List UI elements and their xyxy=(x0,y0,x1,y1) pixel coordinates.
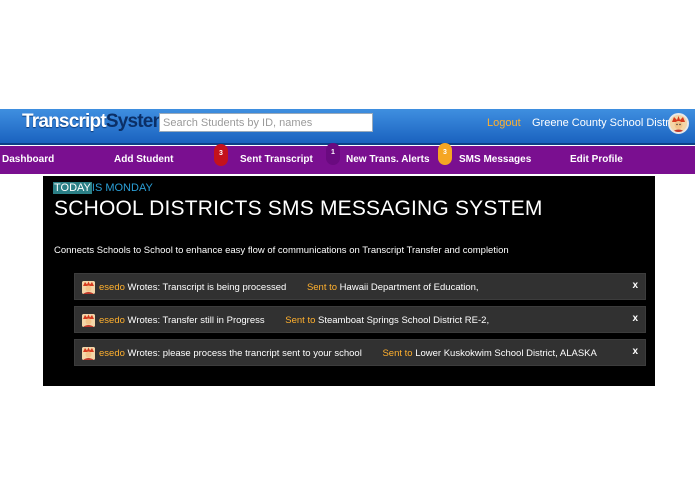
new-alerts-badge: 1 xyxy=(326,143,340,165)
message-item: esedo Wrotes: Transcript is being proces… xyxy=(74,273,646,300)
user-avatar-icon[interactable] xyxy=(668,113,689,134)
message-body: Wrotes: Transcript is being processed xyxy=(124,282,287,293)
top-header: TranscriptSystem Logout Greene County Sc… xyxy=(0,109,695,145)
sent-to-label: Sent to xyxy=(285,315,316,326)
close-icon[interactable]: x xyxy=(632,313,638,324)
sms-messages-badge: 3 xyxy=(438,143,452,165)
message-body: Wrotes: Transfer still in Progress xyxy=(124,315,265,326)
sent-to-label: Sent to xyxy=(382,348,413,359)
message-item: esedo Wrotes: please process the trancri… xyxy=(74,339,646,366)
day-text: IS MONDAY xyxy=(91,182,153,194)
district-name: Greene County School District xyxy=(532,117,680,129)
app-logo[interactable]: TranscriptSystem xyxy=(22,111,169,133)
avatar-icon xyxy=(82,281,95,294)
message-user[interactable]: esedo xyxy=(99,315,125,326)
page-title: SCHOOL DISTRICTS SMS MESSAGING SYSTEM xyxy=(54,197,543,220)
message-text: esedo Wrotes: Transfer still in Progress… xyxy=(99,315,489,326)
day-indicator: TODAYIS MONDAY xyxy=(53,182,153,194)
avatar-icon xyxy=(82,314,95,327)
message-recipient: Steamboat Springs School District RE-2, xyxy=(315,315,490,326)
message-user[interactable]: esedo xyxy=(99,348,125,359)
avatar-icon xyxy=(82,347,95,360)
message-body: Wrotes: please process the trancript sen… xyxy=(124,348,362,359)
sent-transcript-badge: 3 xyxy=(214,144,228,166)
logo-text-transcript: Transcript xyxy=(22,111,107,132)
close-icon[interactable]: x xyxy=(632,280,638,291)
close-icon[interactable]: x xyxy=(632,346,638,357)
nav-edit-profile[interactable]: Edit Profile xyxy=(570,154,623,165)
main-nav: Dashboard Add Student 3 Sent Transcript … xyxy=(0,143,695,174)
message-recipient: Hawaii Department of Education, xyxy=(337,282,479,293)
search-input[interactable] xyxy=(159,113,373,132)
sent-to-label: Sent to xyxy=(306,282,338,293)
nav-new-trans-alerts[interactable]: New Trans. Alerts xyxy=(346,154,430,165)
page-description: Connects Schools to School to enhance ea… xyxy=(54,245,509,256)
nav-sent-transcript[interactable]: Sent Transcript xyxy=(240,154,313,165)
message-recipient: Lower Kuskokwim School District, ALASKA xyxy=(412,348,597,359)
message-text: esedo Wrotes: please process the trancri… xyxy=(99,348,597,359)
message-item: esedo Wrotes: Transfer still in Progress… xyxy=(74,306,646,333)
today-label: TODAY xyxy=(53,182,92,194)
logout-link[interactable]: Logout xyxy=(487,117,521,129)
nav-sms-messages[interactable]: SMS Messages xyxy=(459,154,531,165)
nav-dashboard[interactable]: Dashboard xyxy=(2,154,54,165)
sms-panel: TODAYIS MONDAY SCHOOL DISTRICTS SMS MESS… xyxy=(43,176,655,386)
nav-add-student[interactable]: Add Student xyxy=(114,154,173,165)
message-user[interactable]: esedo xyxy=(99,282,125,293)
message-text: esedo Wrotes: Transcript is being proces… xyxy=(99,282,479,293)
